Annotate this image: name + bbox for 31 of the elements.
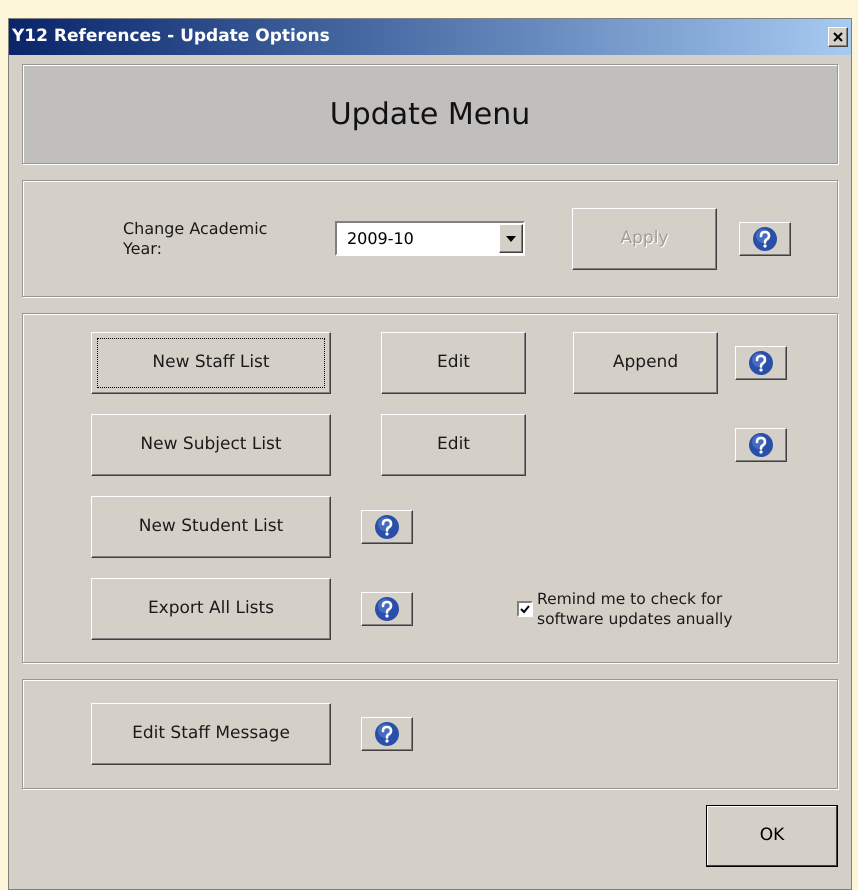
- checkmark-icon: [520, 604, 530, 614]
- reminder-label: Remind me to check for software updates anually: [537, 589, 734, 629]
- edit-button[interactable]: Edit: [381, 414, 526, 476]
- help-icon: [374, 721, 400, 747]
- help-button[interactable]: [361, 717, 413, 751]
- dropdown-arrow-icon: [506, 236, 516, 242]
- help-icon: [748, 350, 774, 376]
- help-icon: [374, 596, 400, 622]
- list-button[interactable]: New Staff List: [91, 332, 331, 394]
- append-button[interactable]: Append: [573, 332, 718, 394]
- list-button[interactable]: New Subject List: [91, 414, 331, 476]
- header-banner: Update Menu: [22, 64, 838, 164]
- list-button[interactable]: New Student List: [91, 496, 331, 558]
- year-label: Change Academic Year:: [123, 218, 268, 258]
- help-icon: [752, 226, 778, 252]
- staff-message-button[interactable]: Edit Staff Message: [91, 703, 331, 765]
- list-button[interactable]: Export All Lists: [91, 578, 331, 640]
- reminder-checkbox[interactable]: [517, 601, 533, 617]
- help-icon: [374, 514, 400, 540]
- edit-button[interactable]: Edit: [381, 332, 526, 394]
- help-button[interactable]: [735, 428, 787, 462]
- help-button[interactable]: [361, 592, 413, 626]
- help-icon: [748, 432, 774, 458]
- help-button[interactable]: [735, 346, 787, 380]
- close-icon: [833, 32, 843, 42]
- help-button[interactable]: [361, 510, 413, 544]
- year-dropdown[interactable]: 2009-10: [335, 221, 525, 256]
- help-button[interactable]: [739, 222, 791, 256]
- ok-button[interactable]: OK: [706, 805, 838, 867]
- window-title: Y12 References - Update Options: [12, 25, 330, 48]
- close-button[interactable]: [828, 27, 848, 47]
